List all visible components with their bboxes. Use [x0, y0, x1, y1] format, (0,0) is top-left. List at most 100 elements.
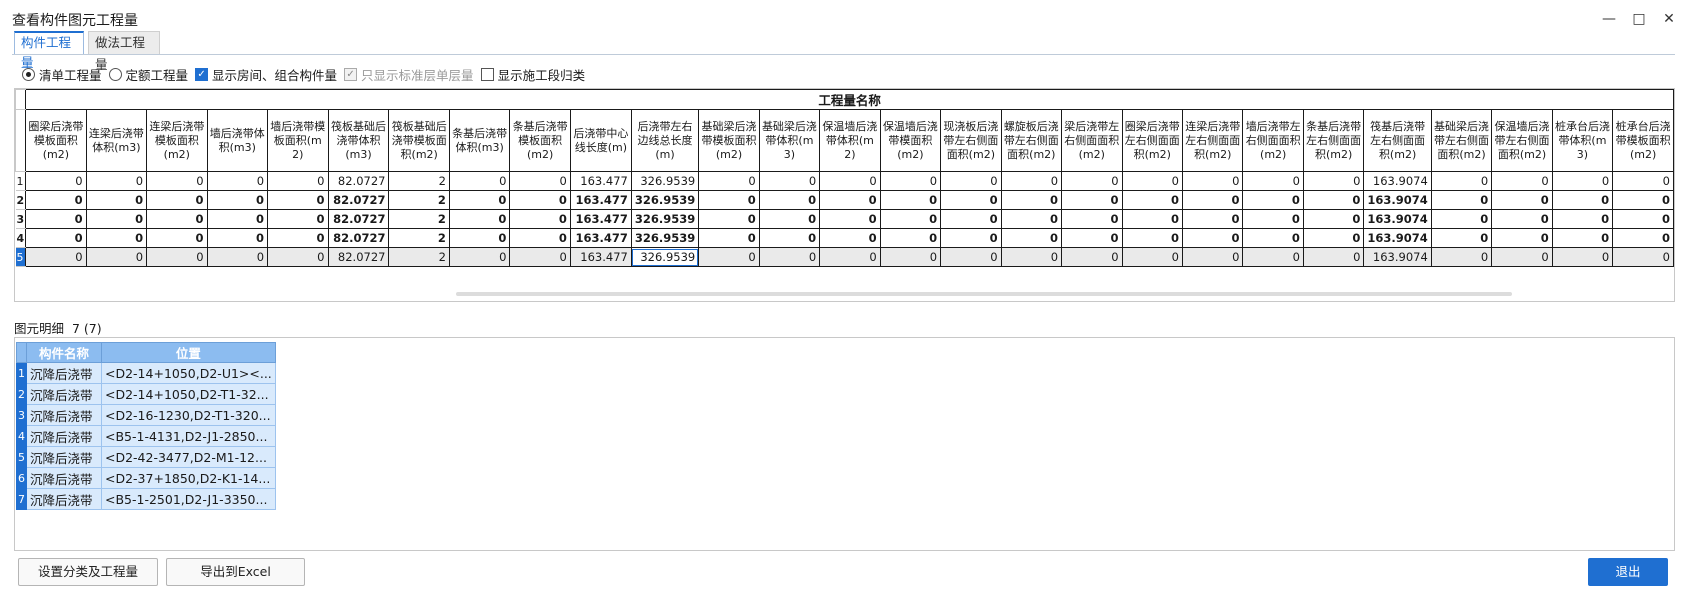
table-cell[interactable]: 0: [1612, 247, 1674, 267]
table-cell[interactable]: 0: [1242, 190, 1304, 210]
table-cell[interactable]: 0: [85, 228, 148, 248]
row-number[interactable]: 4: [15, 228, 27, 248]
table-cell[interactable]: 0: [1491, 209, 1553, 229]
column-header[interactable]: 连梁后浇带模板面积(m2): [146, 109, 208, 172]
table-cell[interactable]: 0: [879, 171, 942, 191]
table-cell[interactable]: 0: [146, 171, 208, 191]
table-cell[interactable]: 0: [1181, 247, 1244, 267]
table-cell[interactable]: 0: [758, 171, 821, 191]
radio-unselected-icon[interactable]: [108, 67, 122, 81]
exit-button[interactable]: 退出: [1588, 558, 1668, 586]
detail-component-name[interactable]: 沉降后浇带: [26, 404, 102, 426]
detail-position[interactable]: <D2-14+1050,D2-U1><...: [101, 362, 276, 384]
table-cell[interactable]: 2: [388, 228, 450, 248]
table-cell[interactable]: 2: [388, 247, 450, 267]
column-header[interactable]: 梁后浇带左右侧面面积(m2): [1061, 109, 1123, 172]
table-cell[interactable]: 0: [509, 171, 571, 191]
table-cell[interactable]: 82.0727: [327, 247, 390, 267]
column-header[interactable]: 圈梁后浇带模板面积(m2): [25, 109, 87, 172]
column-header[interactable]: 连梁后浇带体积(m3): [85, 109, 148, 172]
checkbox-checked-icon[interactable]: ✓: [195, 67, 209, 81]
export-excel-button[interactable]: 导出到Excel: [166, 558, 305, 586]
detail-row[interactable]: 7 沉降后浇带 <B5-1-2501,D2-J1-3350...: [16, 488, 276, 510]
table-cell[interactable]: 0: [85, 247, 148, 267]
table-cell[interactable]: 0: [1061, 228, 1123, 248]
table-cell[interactable]: 0: [448, 228, 511, 248]
table-cell[interactable]: 0: [819, 247, 881, 267]
table-cell[interactable]: 0: [1612, 209, 1674, 229]
table-cell[interactable]: 0: [698, 171, 760, 191]
table-cell[interactable]: 0: [819, 228, 881, 248]
detail-row[interactable]: 6 沉降后浇带 <D2-37+1850,D2-K1-14...: [16, 467, 276, 489]
checkbox-show-rooms[interactable]: ✓ 显示房间、组合构件量: [195, 65, 337, 84]
detail-row-number[interactable]: 3: [16, 404, 27, 426]
table-cell[interactable]: 0: [1121, 247, 1183, 267]
column-header[interactable]: 条基后浇带体积(m3): [448, 109, 511, 172]
table-cell[interactable]: 0: [25, 190, 87, 210]
table-cell[interactable]: 0: [879, 247, 942, 267]
table-cell[interactable]: 0: [1181, 209, 1244, 229]
table-cell[interactable]: 163.9074: [1363, 209, 1432, 229]
table-cell[interactable]: 0: [1302, 190, 1365, 210]
column-header[interactable]: 墙后浇带模板面积(m2): [267, 109, 329, 172]
detail-component-name[interactable]: 沉降后浇带: [26, 467, 102, 489]
table-cell[interactable]: 0: [509, 247, 571, 267]
table-cell[interactable]: 0: [698, 209, 760, 229]
table-cell[interactable]: 0: [146, 247, 208, 267]
column-header[interactable]: 连梁后浇带左右侧面面积(m2): [1181, 109, 1244, 172]
table-cell[interactable]: 0: [940, 228, 1002, 248]
column-header[interactable]: 墙后浇带体积(m3): [206, 109, 269, 172]
table-cell[interactable]: 0: [1491, 171, 1553, 191]
table-cell[interactable]: 0: [509, 209, 571, 229]
table-cell[interactable]: 0: [1121, 209, 1183, 229]
tab-method-quantity[interactable]: 做法工程量: [88, 31, 160, 72]
table-cell[interactable]: 0: [698, 228, 760, 248]
detail-row-number[interactable]: 7: [16, 488, 27, 510]
table-cell[interactable]: 0: [1242, 171, 1304, 191]
table-cell[interactable]: 326.9539: [630, 228, 700, 248]
detail-component-name[interactable]: 沉降后浇带: [26, 425, 102, 447]
table-cell[interactable]: 0: [1612, 228, 1674, 248]
table-cell[interactable]: 0: [819, 209, 881, 229]
table-cell[interactable]: 0: [206, 171, 269, 191]
table-cell[interactable]: 0: [1551, 228, 1614, 248]
table-cell[interactable]: 0: [448, 190, 511, 210]
table-cell[interactable]: 0: [509, 190, 571, 210]
table-cell[interactable]: 0: [1551, 171, 1614, 191]
detail-row-number[interactable]: 1: [16, 362, 27, 384]
detail-row[interactable]: 1 沉降后浇带 <D2-14+1050,D2-U1><...: [16, 362, 276, 384]
detail-position[interactable]: <D2-37+1850,D2-K1-14...: [101, 467, 276, 489]
table-cell[interactable]: 0: [206, 190, 269, 210]
detail-position[interactable]: <D2-14+1050,D2-T1-32...: [101, 383, 276, 405]
table-cell[interactable]: 2: [388, 190, 450, 210]
minimize-icon[interactable]: —: [1598, 8, 1620, 30]
detail-grid[interactable]: 构件名称 位置 1 沉降后浇带 <D2-14+1050,D2-U1><... 2 沉降后…: [14, 337, 1675, 551]
table-cell[interactable]: 2: [388, 209, 450, 229]
column-header[interactable]: 保温墙后浇带体积(m2): [819, 109, 881, 172]
table-cell[interactable]: 82.0727: [327, 209, 390, 229]
radio-list-quantity[interactable]: 清单工程量: [22, 65, 102, 84]
column-header[interactable]: 桩承台后浇带模板面积(m2): [1612, 109, 1674, 172]
column-header[interactable]: 基础梁后浇带左右侧面面积(m2): [1430, 109, 1493, 172]
detail-position[interactable]: <D2-16-1230,D2-T1-320...: [101, 404, 276, 426]
table-row[interactable]: 1 0 0 0 0 0 82.0727 2 0 0 163.477 326.9539 0 0 0 0 0 0 0 0 0…: [15, 171, 1674, 191]
column-header[interactable]: 筏基后浇带左右侧面面积(m2): [1363, 109, 1432, 172]
table-cell[interactable]: 0: [1121, 171, 1183, 191]
table-cell[interactable]: 163.9074: [1363, 171, 1432, 191]
table-cell[interactable]: 0: [1612, 190, 1674, 210]
detail-row-number[interactable]: 4: [16, 425, 27, 447]
column-header[interactable]: 螺旋板后浇带左右侧面面积(m2): [1000, 109, 1063, 172]
table-cell[interactable]: 0: [1000, 228, 1063, 248]
table-cell[interactable]: 0: [1491, 228, 1553, 248]
detail-component-name[interactable]: 沉降后浇带: [26, 383, 102, 405]
table-cell[interactable]: 0: [1430, 228, 1493, 248]
table-cell[interactable]: 0: [819, 171, 881, 191]
column-header[interactable]: 筏板基础后浇带体积(m3): [327, 109, 390, 172]
radio-selected-icon[interactable]: [22, 67, 35, 81]
table-row[interactable]: 4 0 0 0 0 0 82.0727 2 0 0 163.477 326.9539 0 0 0 0 0 0 0 0 0…: [15, 228, 1674, 248]
table-cell[interactable]: 0: [1491, 247, 1553, 267]
column-header[interactable]: 后浇带中心线长度(m): [569, 109, 632, 172]
table-cell[interactable]: 0: [146, 228, 208, 248]
set-category-button[interactable]: 设置分类及工程量: [18, 558, 158, 586]
detail-header-name[interactable]: 构件名称: [26, 342, 102, 363]
